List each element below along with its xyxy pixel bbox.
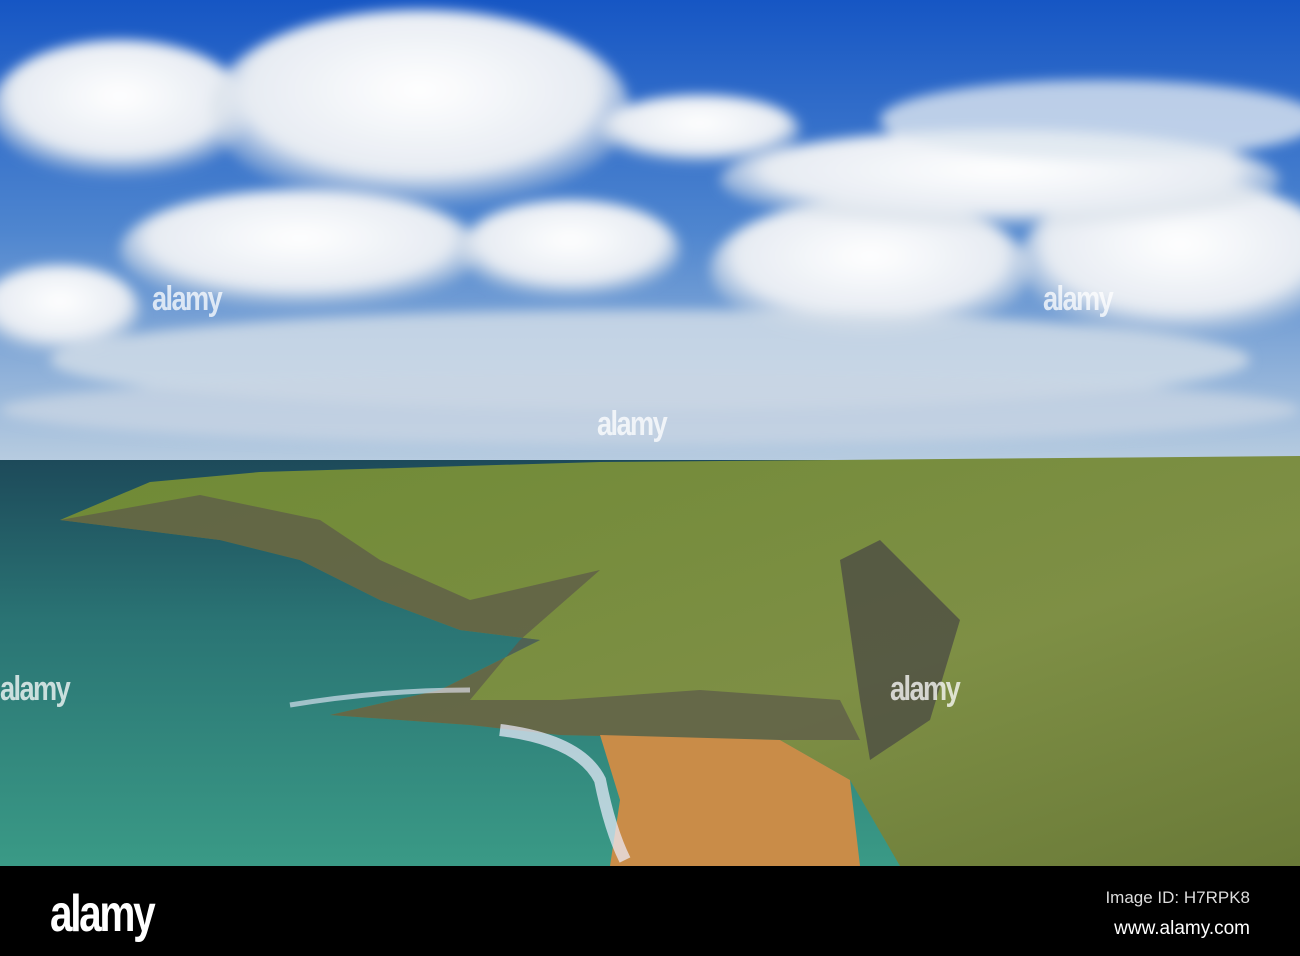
watermark: alamy [597, 405, 668, 443]
watermark: alamy [0, 670, 71, 708]
alamy-logo: alamy [50, 885, 156, 943]
watermark: alamy [152, 280, 223, 318]
website-link: www.alamy.com [1114, 918, 1250, 939]
footer-bar: alamy Image ID: H7RPK8 www.alamy.com [0, 866, 1300, 956]
watermark: alamy [1043, 280, 1114, 318]
watermark: alamy [890, 670, 961, 708]
image-id: Image ID: H7RPK8 [1105, 888, 1250, 907]
